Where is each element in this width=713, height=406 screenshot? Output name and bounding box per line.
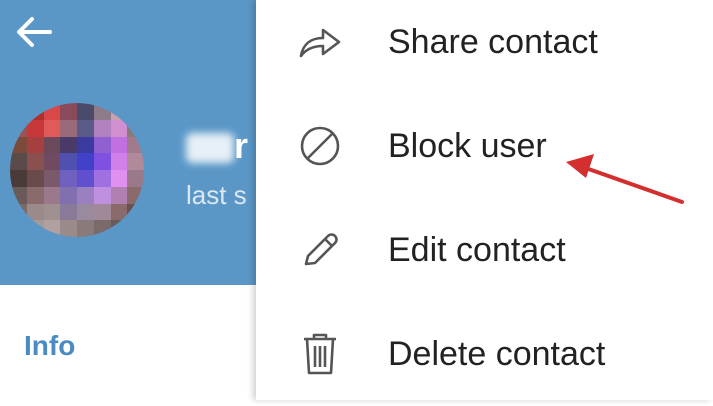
menu-item-edit-contact[interactable]: Edit contact — [256, 198, 713, 302]
blurred-name — [186, 133, 234, 164]
last-seen-status: last s — [186, 180, 247, 210]
menu-item-label: Edit contact — [388, 230, 566, 269]
avatar-pixel — [60, 153, 77, 170]
profile-name-visible-char: r — [234, 125, 249, 166]
avatar-pixel — [127, 186, 144, 204]
menu-item-share-contact[interactable]: Share contact — [256, 0, 713, 94]
avatar-pixel — [127, 103, 144, 120]
avatar-pixel — [93, 220, 111, 237]
avatar-pixel — [127, 153, 144, 170]
trash-icon — [296, 330, 344, 378]
avatar-pixel — [127, 203, 144, 221]
avatar-pixel — [110, 220, 128, 237]
avatar-pixel — [77, 103, 94, 120]
avatar-pixel — [43, 119, 61, 137]
avatar-pixel — [77, 136, 94, 154]
avatar-pixel — [43, 220, 61, 237]
avatar-pixel — [93, 203, 111, 221]
avatar-pixel — [93, 136, 111, 154]
avatar-pixel — [110, 170, 128, 187]
avatar-pixel — [26, 136, 44, 154]
avatar-pixel — [77, 119, 94, 137]
avatar-pixel — [93, 103, 111, 120]
avatar-pixel — [10, 136, 27, 154]
avatar-pixel — [26, 103, 44, 120]
avatar-pixel — [26, 119, 44, 137]
avatar-pixel — [110, 203, 128, 221]
avatar-pixel — [110, 153, 128, 170]
avatar-pixel — [10, 119, 27, 137]
back-arrow-icon — [17, 17, 52, 47]
avatar-pixel — [10, 170, 27, 187]
avatar-pixel — [26, 186, 44, 204]
avatar-pixel — [93, 170, 111, 187]
avatar-pixel — [110, 136, 128, 154]
avatar-pixel — [26, 203, 44, 221]
menu-item-label: Block user — [388, 126, 547, 165]
pencil-icon — [296, 226, 344, 274]
avatar-pixel — [60, 170, 77, 187]
avatar[interactable] — [10, 103, 144, 237]
menu-item-label: Delete contact — [388, 334, 606, 373]
back-button[interactable] — [12, 12, 56, 52]
annotation-arrow — [566, 154, 684, 204]
avatar-pixel — [10, 203, 27, 221]
avatar-pixel — [110, 103, 128, 120]
block-icon — [296, 122, 344, 170]
avatar-pixel — [60, 203, 77, 221]
avatar-pixel — [77, 153, 94, 170]
avatar-pixel — [77, 203, 94, 221]
avatar-pixel — [93, 153, 111, 170]
menu-item-delete-contact[interactable]: Delete contact — [256, 302, 713, 406]
avatar-pixel — [43, 103, 61, 120]
avatar-pixel — [43, 186, 61, 204]
avatar-pixel — [110, 186, 128, 204]
avatar-pixel — [43, 170, 61, 187]
avatar-pixel — [60, 119, 77, 137]
info-tab-label[interactable]: Info — [24, 330, 75, 362]
share-icon — [296, 18, 344, 66]
avatar-pixel — [60, 103, 77, 120]
avatar-pixel — [60, 136, 77, 154]
avatar-pixel — [60, 186, 77, 204]
avatar-pixel — [10, 153, 27, 170]
avatar-pixel — [127, 170, 144, 187]
avatar-pixel — [43, 153, 61, 170]
menu-item-label: Share contact — [388, 22, 598, 61]
avatar-pixel — [26, 170, 44, 187]
avatar-pixel — [43, 136, 61, 154]
avatar-pixel — [127, 119, 144, 137]
avatar-pixel — [43, 203, 61, 221]
avatar-pixel — [10, 103, 27, 120]
avatar-pixel — [10, 186, 27, 204]
avatar-pixel — [93, 119, 111, 137]
avatar-pixel — [93, 186, 111, 204]
avatar-pixel — [77, 170, 94, 187]
avatar-pixel — [77, 186, 94, 204]
avatar-pixel — [127, 220, 144, 237]
avatar-pixel — [10, 220, 27, 237]
avatar-pixel — [110, 119, 128, 137]
avatar-pixel — [127, 136, 144, 154]
avatar-pixel — [26, 220, 44, 237]
avatar-pixel — [60, 220, 77, 237]
avatar-pixel — [26, 153, 44, 170]
avatar-pixel — [77, 220, 94, 237]
